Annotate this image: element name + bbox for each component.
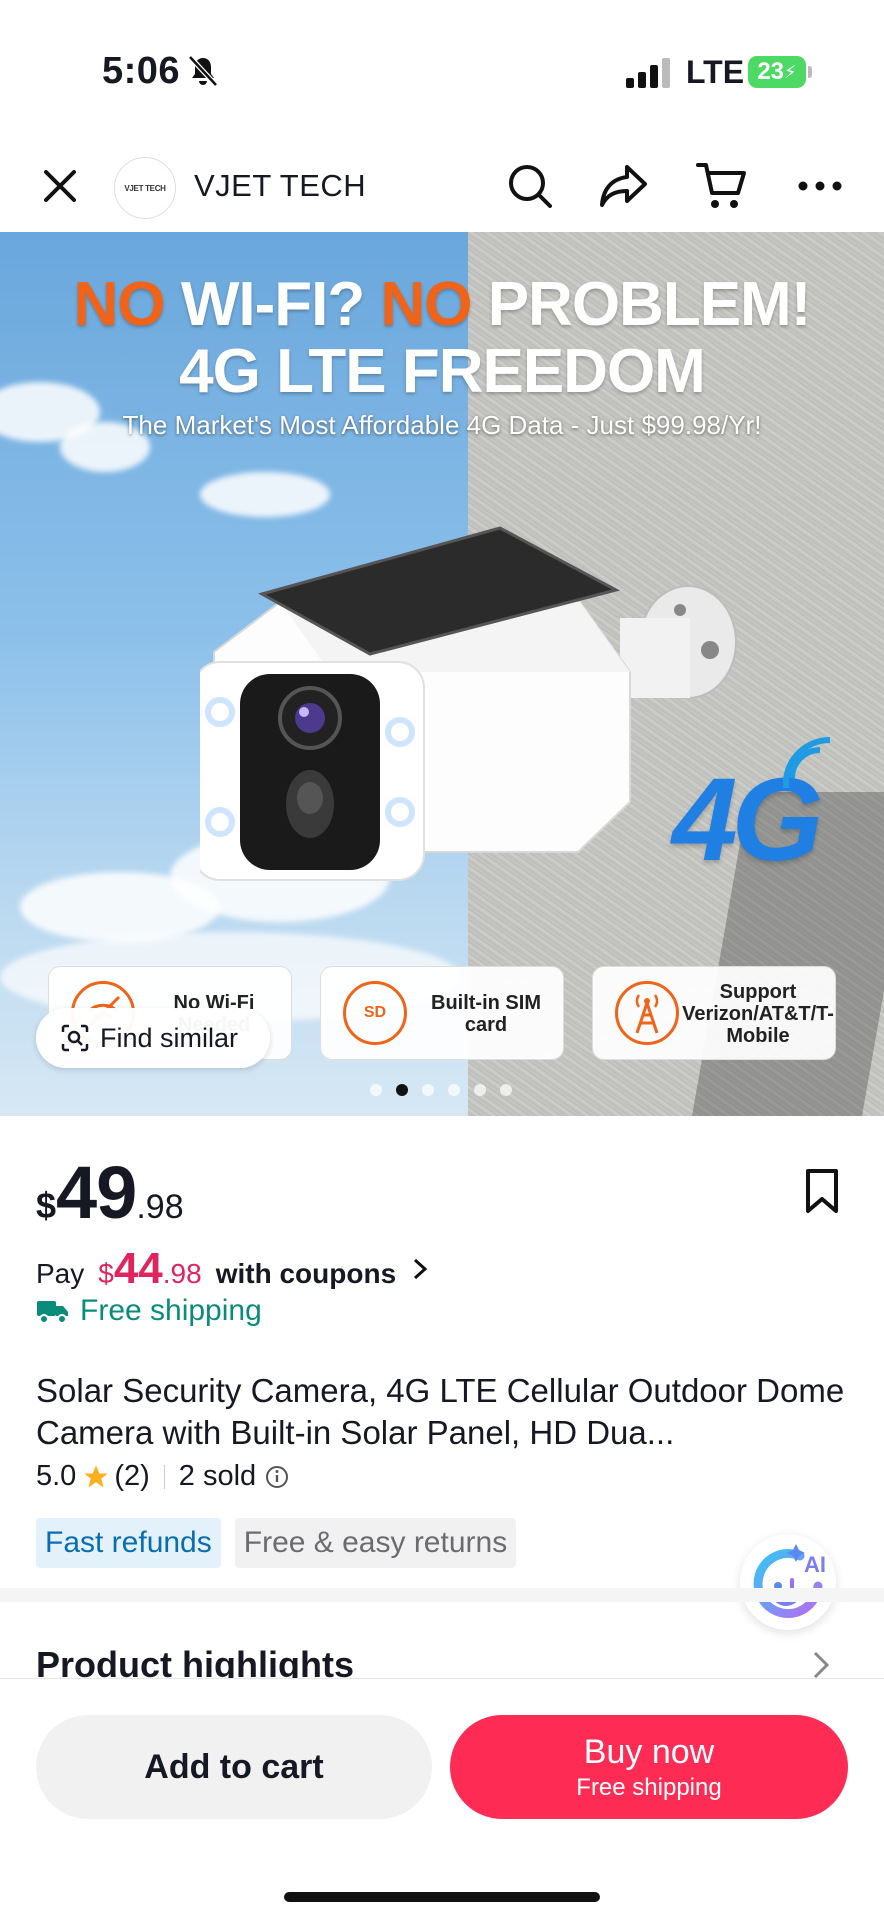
cart-icon[interactable] [696, 160, 748, 212]
carousel-dots [370, 1084, 512, 1096]
service-tags: Fast refunds Free & easy returns [36, 1518, 517, 1568]
feature-sim-card: SD Built-in SIM card [320, 966, 564, 1060]
rating-value: 5.0 [36, 1460, 77, 1492]
headline-part: PROBLEM! [487, 270, 812, 339]
coupon-decimal: .98 [162, 1258, 202, 1289]
battery-indicator: 23 ⚡ [748, 56, 806, 88]
shipping-text: Free shipping [80, 1294, 262, 1327]
tag-free-returns[interactable]: Free & easy returns [234, 1518, 517, 1568]
buy-now-label: Buy now [583, 1732, 715, 1771]
star-icon [84, 1464, 108, 1487]
coupon-prefix: Pay [36, 1258, 85, 1289]
carousel-dot[interactable] [474, 1084, 486, 1096]
home-indicator[interactable] [284, 1892, 600, 1902]
headline-part: NO [73, 270, 181, 339]
separator [163, 1464, 165, 1489]
ai-assistant-button[interactable]: AI [740, 1534, 836, 1630]
shop-name[interactable]: VJET TECH [194, 168, 366, 204]
battery-level: 23 [757, 58, 785, 85]
hero-headline-line1: NO WI-FI? NO PROBLEM! [0, 270, 884, 339]
review-count: (2) [114, 1460, 150, 1492]
cloud [200, 472, 330, 517]
more-options-icon[interactable] [794, 160, 846, 212]
ai-label: AI [804, 1552, 826, 1577]
wireless-waves-icon [782, 736, 831, 789]
buy-now-button[interactable]: Buy now Free shipping [450, 1715, 848, 1819]
carousel-dot-active[interactable] [396, 1084, 408, 1096]
ai-assistant-icon: AI [753, 1544, 826, 1619]
tag-fast-refunds[interactable]: Fast refunds [36, 1518, 221, 1568]
bookmark-icon[interactable] [802, 1168, 842, 1214]
share-icon[interactable] [598, 160, 650, 212]
carousel-dot[interactable] [500, 1084, 512, 1096]
free-shipping-label: Free shipping [36, 1294, 262, 1328]
add-to-cart-button[interactable]: Add to cart [36, 1715, 432, 1819]
sd-card-icon: SD [343, 981, 407, 1045]
feature-text: Support Verizon/AT&T/T-Mobile [682, 981, 834, 1047]
hero-headline-line2: 4G LTE FREEDOM [179, 336, 706, 406]
truck-icon [37, 1301, 68, 1324]
shop-logo[interactable]: VJET TECH [114, 157, 176, 219]
search-icon[interactable] [504, 160, 556, 212]
bottom-action-bar: Add to cart Buy now Free shipping [0, 1678, 884, 1920]
price-decimal: .98 [136, 1188, 184, 1226]
battery-cap [808, 66, 812, 78]
price: $ 49 .98 [36, 1150, 184, 1235]
coupon-suffix: with coupons [215, 1258, 397, 1289]
feature-text: Built-in SIM card [431, 992, 541, 1036]
price-integer: 49 [56, 1151, 137, 1234]
find-similar-button[interactable]: Find similar [36, 1008, 270, 1068]
bell-muted-icon [188, 55, 218, 87]
section-divider [0, 1588, 884, 1602]
rating-row[interactable]: 5.0 (2) 2 sold [36, 1460, 290, 1493]
chevron-right-icon [414, 1258, 428, 1280]
cell-tower-icon [615, 981, 679, 1045]
headline-part: WI-FI? [180, 270, 381, 339]
coupon-currency: $ [98, 1258, 114, 1289]
headline-part: NO [380, 270, 488, 339]
carousel-dot[interactable] [422, 1084, 434, 1096]
coupon-offer[interactable]: Pay $44.98 with coupons [36, 1244, 428, 1294]
coupon-integer: 44 [113, 1244, 163, 1293]
carousel-dot[interactable] [448, 1084, 460, 1096]
status-time: 5:06 [102, 50, 181, 92]
price-currency: $ [36, 1185, 57, 1226]
chevron-right-icon[interactable] [812, 1650, 830, 1680]
network-type: LTE [686, 54, 745, 90]
product-image-carousel[interactable]: NO WI-FI? NO PROBLEM! 4G LTE FREEDOM The… [0, 232, 884, 1116]
security-camera-image [200, 526, 737, 881]
product-title[interactable]: Solar Security Camera, 4G LTE Cellular O… [36, 1370, 856, 1454]
carousel-dot[interactable] [370, 1084, 382, 1096]
find-similar-label: Find similar [100, 1022, 239, 1053]
hero-headline: NO WI-FI? NO PROBLEM! 4G LTE FREEDOM [0, 270, 884, 406]
buy-now-sublabel: Free shipping [576, 1773, 722, 1801]
status-bar: 5:06 LTE 23 ⚡ [0, 0, 884, 140]
close-icon[interactable] [34, 160, 86, 212]
sold-count: 2 sold [178, 1460, 257, 1492]
coupon-price: $44.98 [98, 1244, 201, 1294]
hero-subheadline: The Market's Most Affordable 4G Data - J… [122, 410, 762, 440]
feature-carriers: Support Verizon/AT&T/T-Mobile [592, 966, 836, 1060]
image-search-icon [61, 1024, 89, 1052]
info-icon[interactable] [264, 1464, 290, 1490]
top-nav: VJET TECH VJET TECH [0, 140, 884, 232]
signal-icon [626, 58, 670, 88]
